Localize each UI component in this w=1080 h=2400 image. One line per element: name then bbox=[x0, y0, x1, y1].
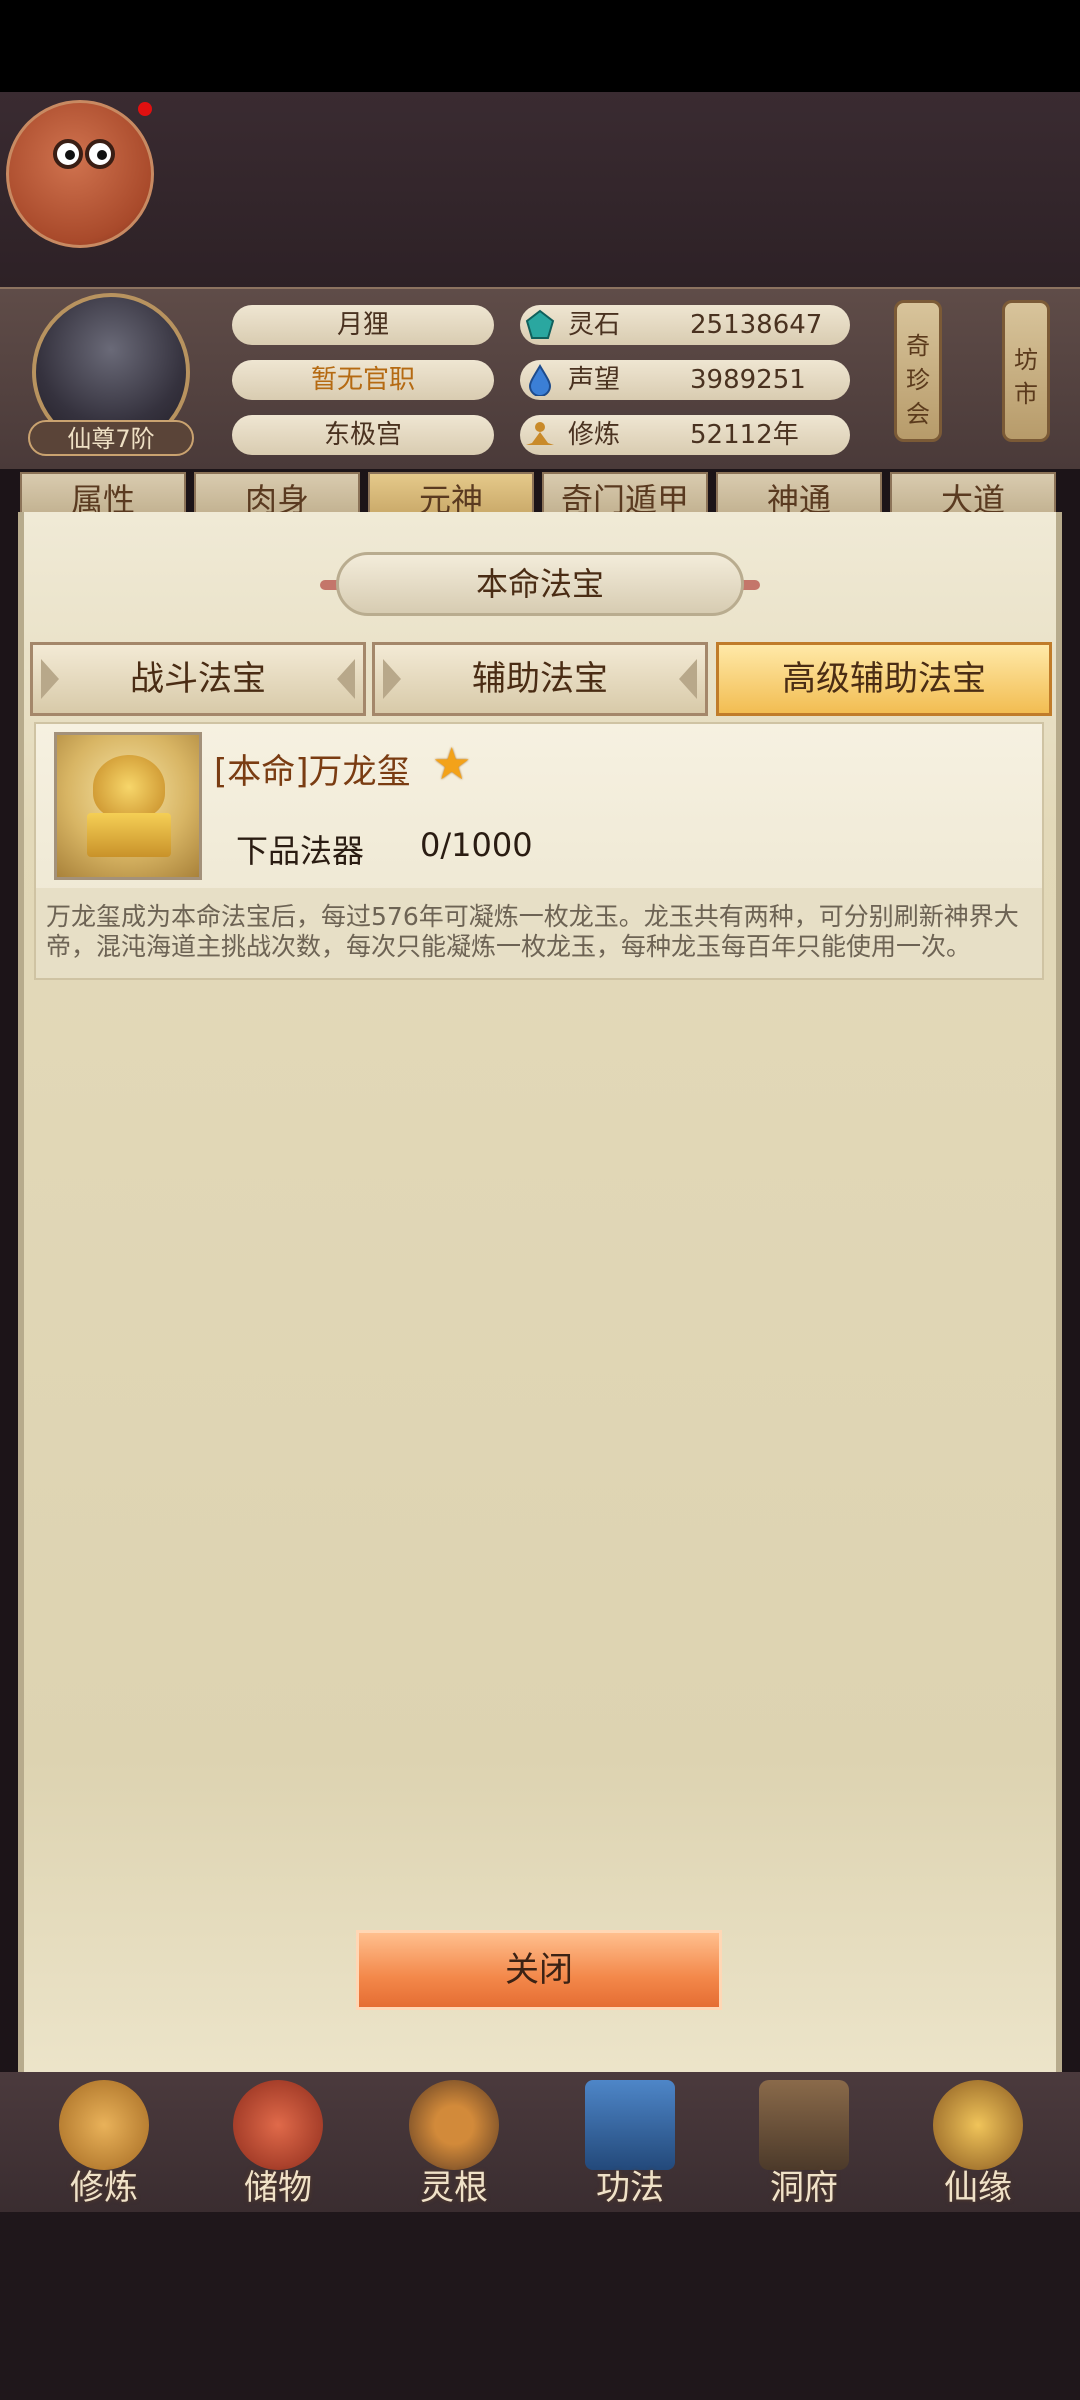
immortal-fate-icon bbox=[933, 2080, 1023, 2170]
market-button[interactable]: 坊市 bbox=[1002, 300, 1050, 442]
prestige-drop-icon bbox=[528, 364, 552, 396]
game-menu-icon[interactable] bbox=[6, 100, 154, 248]
notification-dot bbox=[138, 102, 152, 116]
nav-label: 灵根 bbox=[420, 2168, 488, 2208]
resource-cultivation: 修炼 52112年 bbox=[520, 415, 850, 455]
nav-label: 储物 bbox=[244, 2168, 312, 2208]
top-area bbox=[0, 92, 1080, 287]
mascot-eye-left-icon bbox=[53, 139, 83, 169]
treasure-progress: 0/1000 bbox=[420, 826, 533, 864]
nav-label: 功法 bbox=[596, 2168, 664, 2208]
resource-value: 25138647 bbox=[690, 310, 823, 340]
nav-technique[interactable]: 功法 bbox=[560, 2080, 700, 2210]
nav-storage[interactable]: 储物 bbox=[208, 2080, 348, 2210]
star-icon: ★ bbox=[432, 739, 472, 790]
spirit-stone-icon bbox=[525, 309, 555, 339]
bottom-area bbox=[0, 2212, 1080, 2400]
tab-label: 高级辅助法宝 bbox=[782, 659, 986, 699]
nav-label: 洞府 bbox=[770, 2168, 838, 2208]
storage-bag-icon bbox=[233, 2080, 323, 2170]
resource-spirit-stone: 灵石 25138647 bbox=[520, 305, 850, 345]
tab-label: 辅助法宝 bbox=[472, 659, 608, 699]
resource-value: 3989251 bbox=[690, 365, 806, 395]
arrow-right-icon bbox=[679, 659, 697, 699]
technique-book-icon bbox=[585, 2080, 675, 2170]
seal-base bbox=[87, 813, 171, 857]
tab-support-treasure[interactable]: 辅助法宝 bbox=[372, 642, 708, 716]
rank-badge: 仙尊7阶 bbox=[28, 420, 194, 456]
status-bar bbox=[0, 0, 1080, 92]
nav-cave-dwelling[interactable]: 洞府 bbox=[734, 2080, 874, 2210]
meditation-icon bbox=[526, 422, 554, 445]
tab-label: 战斗法宝 bbox=[130, 659, 266, 699]
arrow-left-icon bbox=[41, 659, 59, 699]
player-name: 月狸 bbox=[232, 305, 494, 345]
resource-label: 修炼 bbox=[568, 420, 621, 450]
treasure-name: [本命]万龙玺 bbox=[214, 752, 411, 792]
modal-title: 本命法宝 bbox=[336, 552, 744, 616]
cave-dwelling-icon bbox=[759, 2080, 849, 2170]
spirit-root-icon bbox=[409, 2080, 499, 2170]
nav-spirit-root[interactable]: 灵根 bbox=[384, 2080, 524, 2210]
tab-advanced-support-treasure[interactable]: 高级辅助法宝 bbox=[716, 642, 1052, 716]
resource-label: 声望 bbox=[568, 365, 621, 395]
arrow-left-icon bbox=[383, 659, 401, 699]
tab-combat-treasure[interactable]: 战斗法宝 bbox=[30, 642, 366, 716]
treasure-description: 万龙玺成为本命法宝后，每过576年可凝炼一枚龙玉。龙玉共有两种，可分别刷新神界大… bbox=[46, 902, 1019, 961]
nav-cultivate[interactable]: 修炼 bbox=[34, 2080, 174, 2210]
dragon-figure bbox=[93, 755, 165, 819]
resource-prestige: 声望 3989251 bbox=[520, 360, 850, 400]
resource-value: 52112年 bbox=[690, 420, 799, 450]
resource-label: 灵石 bbox=[568, 310, 621, 340]
close-button[interactable]: 关闭 bbox=[356, 1930, 722, 2010]
treasure-grade: 下品法器 bbox=[236, 832, 365, 870]
cultivate-icon bbox=[59, 2080, 149, 2170]
nav-label: 修炼 bbox=[70, 2168, 138, 2208]
nav-label: 仙缘 bbox=[944, 2168, 1012, 2208]
arrow-right-icon bbox=[337, 659, 355, 699]
treasure-fair-button[interactable]: 奇珍会 bbox=[894, 300, 942, 442]
player-office: 暂无官职 bbox=[232, 360, 494, 400]
dragon-seal-icon bbox=[54, 732, 202, 880]
mascot-eye-right-icon bbox=[85, 139, 115, 169]
nav-immortal-fate[interactable]: 仙缘 bbox=[908, 2080, 1048, 2210]
player-sect: 东极宫 bbox=[232, 415, 494, 455]
